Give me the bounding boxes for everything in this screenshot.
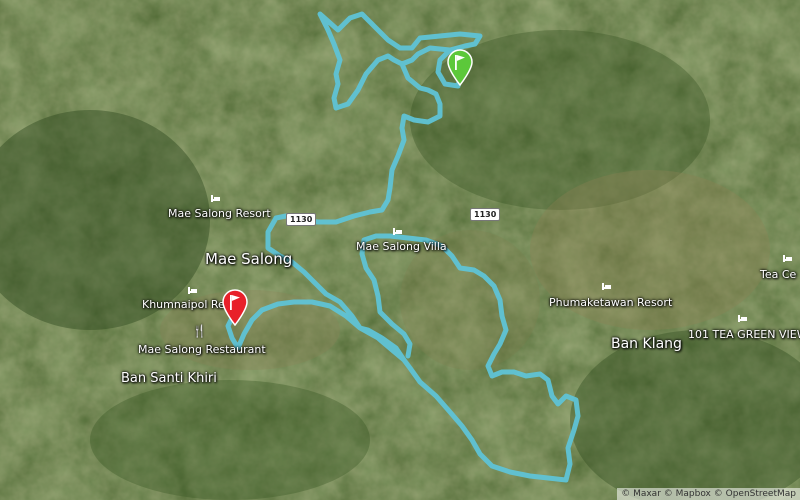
road-shield-1130: 1130 [286, 213, 317, 226]
restaurant-icon: 🍴 [192, 324, 207, 338]
town-label-mae-salong: Mae Salong [205, 250, 293, 268]
poi-label-mae-salong-villa: Mae Salong Villa [356, 240, 447, 253]
hotel-icon [188, 287, 197, 294]
poi-label-tea-green-view: 101 TEA GREEN VIEW [688, 328, 800, 341]
start-flag-icon[interactable] [446, 48, 474, 86]
hotel-icon [602, 283, 611, 290]
hotel-icon [738, 315, 747, 322]
poi-label-mae-salong-resort: Mae Salong Resort [168, 207, 271, 220]
map-view[interactable]: Mae Salong Ban Klang Ban Santi Khiri 🍴 M… [0, 0, 800, 500]
road-shield-1130: 1130 [470, 208, 501, 221]
finish-flag-icon[interactable] [221, 288, 249, 326]
poi-label-tea-ce: Tea Ce [760, 268, 797, 281]
town-label-ban-klang: Ban Klang [611, 336, 682, 352]
town-label-ban-santi-khiri: Ban Santi Khiri [121, 371, 217, 386]
map-attribution[interactable]: © Maxar © Mapbox © OpenStreetMap [617, 488, 800, 500]
hotel-icon [783, 255, 792, 262]
hotel-icon [211, 195, 220, 202]
poi-label-khumnaipol-resort: Khumnaipol Re [142, 298, 225, 311]
hotel-icon [393, 228, 402, 235]
poi-label-mae-salong-restaurant: Mae Salong Restaurant [138, 343, 266, 356]
poi-label-phumaketawan-resort: Phumaketawan Resort [549, 296, 673, 309]
